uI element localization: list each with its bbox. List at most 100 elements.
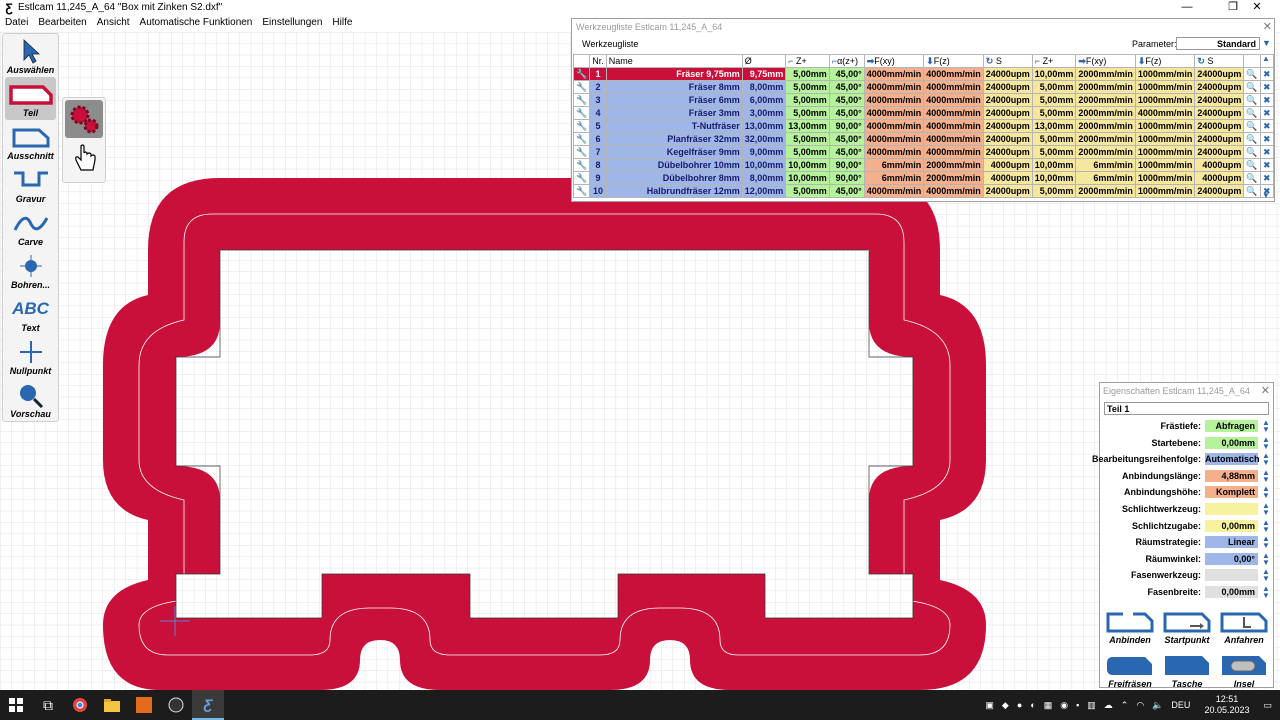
property-value[interactable] [1205, 569, 1258, 582]
tool-cell[interactable]: 4000mm/min [863, 132, 925, 146]
tool-cell[interactable]: 5,00mm [785, 106, 830, 120]
estlcam-taskbar-icon[interactable]: Ƹ [192, 690, 224, 720]
tool-bohren[interactable]: Bohren... [5, 249, 56, 292]
tool-cell[interactable]: 2000mm/min [1075, 80, 1136, 94]
tool-cell[interactable]: 5,00mm [785, 132, 830, 146]
property-value[interactable]: Linear [1205, 536, 1258, 549]
tool-cell[interactable]: 2000mm/min [923, 171, 984, 185]
header-fz-2[interactable]: ⬇F(z) [1134, 54, 1196, 68]
tool-cell[interactable]: 2000mm/min [1075, 184, 1136, 198]
tool-nullpunkt[interactable]: Nullpunkt [5, 335, 56, 378]
tool-cell[interactable]: 5,00mm [1031, 132, 1077, 146]
tray-app-icon[interactable]: ◐ [1030, 700, 1035, 710]
spinner-arrows-icon[interactable]: ▲ ▼ [1260, 485, 1272, 500]
spinner-arrows-icon[interactable]: ▲ ▼ [1260, 501, 1272, 516]
tray-app-icon[interactable]: ● [1017, 700, 1022, 710]
part-name-field[interactable]: Teil 1 [1104, 402, 1269, 415]
tool-cell[interactable]: 13,00mm [1031, 119, 1077, 133]
edit-tool-icon[interactable]: 🔍 [1243, 132, 1261, 146]
tool-cell[interactable]: 10,00mm [1031, 158, 1077, 172]
scroll-down-icon[interactable]: ▼ [1260, 191, 1272, 200]
tool-cell[interactable]: 1000mm/min [1134, 171, 1196, 185]
tool-cell[interactable]: 4000upm [982, 171, 1033, 185]
tool-cell[interactable]: 24000upm [982, 106, 1033, 120]
tool-cell[interactable]: 4 [589, 106, 607, 120]
wrench-icon[interactable]: 🔧 [572, 158, 591, 172]
tool-auswaehlen[interactable]: Auswählen [5, 34, 56, 77]
tool-cell[interactable]: 24000upm [1194, 93, 1245, 107]
tool-cell[interactable]: 2000mm/min [1075, 119, 1136, 133]
tool-cell[interactable]: 1000mm/min [1134, 132, 1196, 146]
tool-cell[interactable]: 24000upm [982, 80, 1033, 94]
tool-cell[interactable]: 3 [589, 93, 607, 107]
tool-cell[interactable]: Kegelfräser 9mm [605, 145, 743, 159]
tasche-button[interactable]: Tasche [1161, 649, 1213, 689]
wrench-icon[interactable]: 🔧 [572, 119, 591, 133]
tool-cell[interactable]: 24000upm [982, 67, 1033, 81]
header-z-plus-2[interactable]: ⌐ Z+ [1031, 54, 1077, 68]
wrench-icon[interactable]: 🔧 [572, 106, 591, 120]
tool-cell[interactable]: 5,00mm [785, 80, 830, 94]
tool-ausschnitt[interactable]: Ausschnitt [5, 120, 56, 163]
property-value[interactable]: 0,00° [1205, 552, 1258, 565]
tool-cell[interactable]: 4000mm/min [923, 93, 984, 107]
tool-text[interactable]: ABC Text [5, 292, 56, 335]
tool-cell[interactable]: 32,00mm [741, 132, 787, 146]
tool-cell[interactable]: 2000mm/min [1075, 93, 1136, 107]
tool-row[interactable]: 🔧 9 Dübelbohrer 8mm 8,00mm 10,00mm 90,00° 6mm/… [572, 171, 1275, 185]
tool-cell[interactable]: 10,00mm [785, 171, 830, 185]
tool-cell[interactable]: Fräser 8mm [605, 80, 743, 94]
tool-cell[interactable]: 9 [589, 171, 607, 185]
tool-cell[interactable]: 24000upm [982, 119, 1033, 133]
notification-icon[interactable]: ▭ [1263, 700, 1272, 711]
tool-row[interactable]: 🔧 7 Kegelfräser 9mm 9,00mm 5,00mm 45,00° 4000m… [572, 145, 1275, 159]
tool-cell[interactable]: 4000mm/min [1134, 106, 1196, 120]
tool-cell[interactable]: 2000mm/min [923, 158, 984, 172]
wifi-icon[interactable]: ◠ [1136, 700, 1144, 711]
tool-cell[interactable]: 4000mm/min [923, 132, 984, 146]
header-nr[interactable]: Nr. [589, 54, 607, 68]
manual-part-button[interactable] [65, 140, 103, 178]
tool-cell[interactable]: 1000mm/min [1134, 145, 1196, 159]
tool-cell[interactable]: 6mm/min [863, 171, 925, 185]
tool-row[interactable]: 🔧 8 Dübelbohrer 10mm 10,00mm 10,00mm 90,00° 6m… [572, 158, 1275, 172]
tool-cell[interactable]: 4000mm/min [923, 106, 984, 120]
tool-cell[interactable]: 45,00° [828, 145, 865, 159]
tray-app-icon[interactable]: ▪ [1076, 700, 1079, 710]
tool-row[interactable]: 🔧 5 T-Nutfräser 13,00mm 13,00mm 90,00° 4000mm/… [572, 119, 1275, 133]
property-value[interactable]: Automatisch [1205, 453, 1260, 466]
tool-cell[interactable]: 9,00mm [741, 145, 787, 159]
tool-cell[interactable]: 24000upm [982, 93, 1033, 107]
wrench-icon[interactable]: 🔧 [572, 184, 591, 198]
tool-cell[interactable]: 5,00mm [785, 145, 830, 159]
spinner-arrows-icon[interactable]: ▲ ▼ [1260, 419, 1272, 434]
property-value[interactable]: 0,00mm [1205, 519, 1258, 532]
language-indicator[interactable]: DEU [1171, 700, 1190, 710]
tool-cell[interactable]: 2000mm/min [1075, 67, 1136, 81]
tool-cell[interactable]: 6mm/min [863, 158, 925, 172]
tool-list-scrollbar[interactable]: ▲ ▼ [1260, 54, 1272, 200]
tool-cell[interactable]: 45,00° [828, 132, 865, 146]
tool-gravur[interactable]: Gravur [5, 163, 56, 206]
tool-cell[interactable]: 5 [589, 119, 607, 133]
edit-tool-icon[interactable]: 🔍 [1243, 184, 1261, 198]
tool-cell[interactable]: 24000upm [1194, 106, 1245, 120]
chevron-up-icon[interactable]: ⌃ [1121, 700, 1129, 711]
wrench-icon[interactable]: 🔧 [572, 171, 591, 185]
tool-cell[interactable]: 24000upm [1194, 80, 1245, 94]
tool-cell[interactable]: 4000mm/min [863, 67, 925, 81]
menu-datei[interactable]: Datei [0, 16, 33, 30]
tool-row[interactable]: 🔧 2 Fräser 8mm 8,00mm 5,00mm 45,00° 4000mm/min… [572, 80, 1275, 94]
tool-cell[interactable]: 5,00mm [1031, 184, 1077, 198]
spinner-arrows-icon[interactable]: ▲ ▼ [1260, 452, 1272, 467]
tool-cell[interactable]: 2 [589, 80, 607, 94]
tool-cell[interactable]: 5,00mm [785, 93, 830, 107]
header-diameter[interactable]: Ø [741, 54, 787, 68]
header-name[interactable]: Name [605, 54, 743, 68]
tool-carve[interactable]: Carve [5, 206, 56, 249]
spinner-arrows-icon[interactable]: ▲ ▼ [1260, 468, 1272, 483]
insel-button[interactable]: Insel [1218, 649, 1270, 689]
tool-cell[interactable]: 24000upm [1194, 132, 1245, 146]
property-value[interactable]: Abfragen [1205, 420, 1258, 432]
tool-cell[interactable]: 10 [589, 184, 607, 198]
